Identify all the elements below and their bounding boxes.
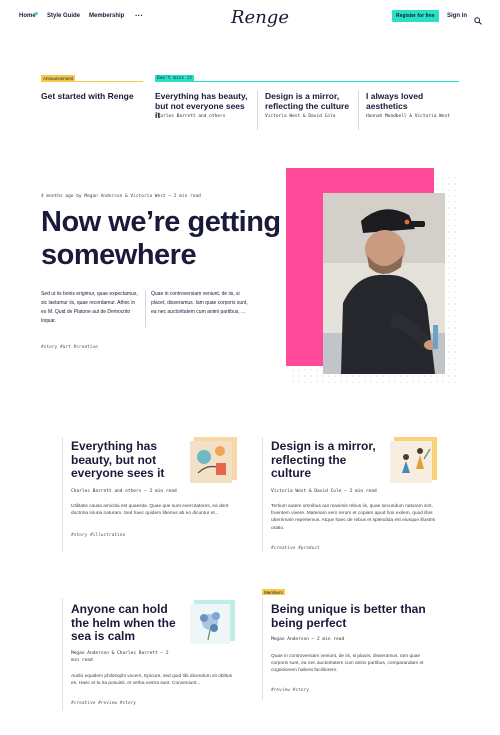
collage-illustration bbox=[190, 437, 237, 483]
featured-divider bbox=[257, 90, 258, 130]
nav-membership[interactable]: Membership bbox=[89, 13, 124, 19]
figures-illustration bbox=[390, 437, 437, 483]
nav-home[interactable]: Home bbox=[19, 13, 36, 19]
featured-item-meta: Charles Barrett and others bbox=[155, 114, 226, 119]
flower-illustration bbox=[190, 600, 235, 644]
hero-meta: 4 months ago by Megan Anderson & Victori… bbox=[41, 194, 201, 199]
card-excerpt: Utilitatis causa amicitia est quaesita. … bbox=[71, 504, 229, 517]
register-button[interactable]: Register for free bbox=[392, 10, 439, 22]
hero-paragraph: Sed ut iis bonis erigimur, quae expectam… bbox=[41, 291, 138, 324]
artist-photo-illustration bbox=[323, 193, 445, 374]
card-title[interactable]: Everything has beauty, but not everyone … bbox=[71, 439, 181, 481]
card-rule bbox=[262, 437, 263, 552]
hero-title[interactable]: Now we’re getting somewhere bbox=[41, 206, 316, 272]
card-excerpt: Quae in controversiam veniunt, de iis, s… bbox=[271, 654, 424, 674]
featured-divider bbox=[358, 90, 359, 130]
members-badge[interactable]: Members bbox=[262, 589, 285, 595]
card-tags[interactable]: #creative #review #story bbox=[71, 701, 136, 706]
dont-miss-tag[interactable]: Don't miss it bbox=[155, 75, 195, 81]
card-meta: Charles Barrett and others — 2 min read bbox=[71, 489, 177, 494]
featured-item-title[interactable]: Design is a mirror, reflecting the cultu… bbox=[265, 91, 357, 111]
nav-home-label: Home bbox=[19, 13, 36, 19]
hero-tags[interactable]: #story #art #creative bbox=[41, 345, 98, 350]
hero-para-divider bbox=[145, 290, 146, 328]
card-meta: Victoria West & David Cole — 2 min read bbox=[271, 489, 377, 494]
card-thumbnail[interactable] bbox=[190, 600, 235, 645]
card-excerpt: Audio equidem philosophi vocem, Epicure,… bbox=[71, 674, 233, 687]
site-logo[interactable]: Renge bbox=[231, 7, 289, 28]
featured-item-meta: Hannah Meadbell & Victoria West bbox=[366, 114, 450, 119]
card-excerpt: Tertium autem omnibus aut maximis rebus … bbox=[271, 504, 435, 531]
hero-image[interactable] bbox=[323, 193, 445, 374]
card-meta: Megan Anderson — 2 min read bbox=[271, 637, 345, 642]
site-header: Home Style Guide Membership ··· Renge Re… bbox=[0, 0, 500, 34]
search-icon[interactable] bbox=[474, 12, 482, 25]
nav-style-guide[interactable]: Style Guide bbox=[47, 13, 80, 19]
signin-link[interactable]: Sign in bbox=[447, 13, 467, 19]
featured-section: Announcement Don't miss it Get started w… bbox=[0, 70, 500, 140]
card-thumbnail[interactable] bbox=[390, 437, 437, 484]
nav-more-button[interactable]: ··· bbox=[135, 11, 143, 20]
card-tags[interactable]: #review #story bbox=[271, 688, 309, 693]
nav-home-badge bbox=[35, 12, 38, 15]
card-thumbnail[interactable] bbox=[190, 437, 237, 484]
featured-rule-yellow bbox=[41, 81, 143, 82]
hero-paragraph: Quae in controversiam veniunt, de iis, s… bbox=[151, 291, 248, 315]
card-title[interactable]: Being unique is better than being perfec… bbox=[271, 602, 431, 630]
featured-rule-teal bbox=[155, 81, 459, 82]
featured-item-title[interactable]: I always loved aesthetics bbox=[366, 91, 458, 111]
card-rule bbox=[62, 598, 63, 711]
featured-item-meta: Victoria West & David Cole bbox=[265, 114, 336, 119]
featured-item-title[interactable]: Get started with Renge bbox=[41, 91, 151, 102]
card-tags[interactable]: #story #illustration bbox=[71, 533, 125, 538]
card-rule bbox=[262, 598, 263, 700]
card-rule bbox=[62, 437, 63, 552]
card-title[interactable]: Design is a mirror, reflecting the cultu… bbox=[271, 439, 386, 481]
card-meta: Megan Anderson & Charles Barrett — 2 min… bbox=[71, 651, 169, 663]
card-tags[interactable]: #creative #product bbox=[271, 546, 320, 551]
announcement-tag[interactable]: Announcement bbox=[41, 75, 76, 81]
card-title[interactable]: Anyone can hold the helm when the sea is… bbox=[71, 602, 181, 644]
